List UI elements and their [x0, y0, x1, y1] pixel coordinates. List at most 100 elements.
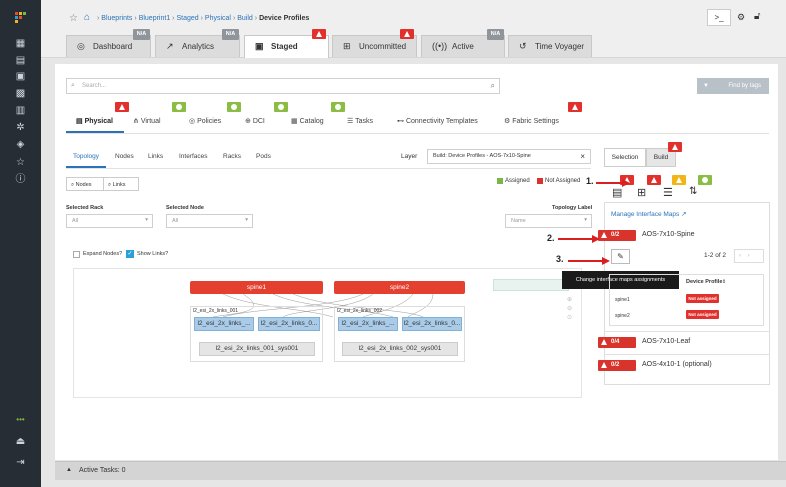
search-submit-icon[interactable]: ⌕ — [491, 81, 495, 91]
ok-badge — [331, 102, 345, 112]
not-assigned-badge: Not assigned — [686, 310, 719, 319]
breadcrumb-item[interactable]: Build — [237, 15, 253, 22]
tab-time-voyager[interactable]: ↺ Time Voyager — [508, 35, 592, 57]
active-tasks-bar[interactable]: ▲ Active Tasks: 0 — [55, 461, 786, 480]
table-row-name: spine1 — [615, 297, 630, 303]
tab-links[interactable]: Links — [148, 153, 163, 160]
warning-badge — [115, 102, 129, 112]
leaf-node[interactable]: l2_esi_2x_links_0... — [402, 317, 462, 331]
layer-label: Layer — [401, 153, 418, 160]
tab-policies[interactable]: ◎ Policies — [189, 117, 221, 125]
tab-physical[interactable]: ▤ Physical — [76, 117, 113, 125]
platform-icon[interactable]: ◈ — [14, 139, 27, 150]
tab-staged[interactable]: ▣ Staged — [244, 29, 329, 58]
search-input[interactable]: ⌕ Search... ⌕ — [66, 78, 500, 94]
home-icon[interactable]: ⌂ — [84, 12, 90, 23]
tab-analytics[interactable]: ↗ Analytics N/A — [155, 29, 240, 57]
user-icon[interactable]: ⏏ — [14, 436, 27, 447]
manage-interface-maps-link[interactable]: Manage Interface Maps ↗ — [611, 210, 687, 218]
tab-racks[interactable]: Racks — [223, 153, 241, 160]
rack-name: l2_esi_2x_links_002 — [337, 308, 383, 314]
change-interface-maps-button[interactable]: ✎ — [611, 249, 630, 264]
app-logo[interactable] — [15, 12, 26, 23]
spine-node[interactable]: spine1 — [190, 281, 323, 294]
tab-label: Staged — [271, 42, 298, 51]
tab-label: Time Voyager — [535, 42, 585, 51]
tab-selection[interactable]: Selection — [604, 148, 646, 167]
tab-dashboard[interactable]: ◎ Dashboard N/A — [66, 29, 151, 57]
profile-name[interactable]: AOS-7x10-Spine — [642, 231, 695, 238]
collapse-sidebar-icon[interactable]: ⇥ — [14, 457, 27, 468]
topology-label-select[interactable]: Name ▾ — [505, 214, 592, 228]
tab-interfaces[interactable]: Interfaces — [179, 153, 208, 160]
sort-icon[interactable]: ⇅ — [689, 186, 697, 197]
lock-icon[interactable]: 🔓︎ — [754, 11, 760, 22]
tab-connectivity-templates[interactable]: ⊷ Connectivity Templates — [397, 117, 478, 125]
tab-catalog[interactable]: ▦ Catalog — [291, 117, 324, 125]
profile-name[interactable]: AOS-4x10-1 (optional) — [642, 361, 712, 368]
favorites-icon[interactable]: ☆ — [14, 157, 27, 168]
leaf-node[interactable]: l2_esi_2x_links_0... — [258, 317, 320, 331]
breadcrumb-item[interactable]: Blueprint1 — [139, 15, 171, 22]
profile-name[interactable]: AOS-7x10-Leaf — [642, 338, 690, 345]
table-header-device-profile[interactable]: Device Profile — [686, 279, 722, 285]
external-systems-icon[interactable]: ✲ — [14, 122, 27, 133]
na-badge: N/A — [222, 29, 239, 40]
clear-layer-icon[interactable]: × — [580, 152, 585, 161]
racks-icon[interactable]: ☰ — [663, 186, 673, 199]
annotation-arrow — [568, 257, 610, 265]
tab-fabric-settings[interactable]: ⚙ Fabric Settings — [504, 117, 559, 125]
tab-label: Analytics — [182, 42, 215, 51]
pagination-prev-button[interactable]: ‹ › — [734, 249, 764, 263]
analytics-icon[interactable]: ▥ — [14, 105, 27, 116]
favorite-star-icon[interactable]: ☆ — [69, 13, 78, 24]
chevron-down-icon: ▾ — [245, 217, 248, 223]
tab-label: Physical — [84, 118, 113, 125]
search-nodes-button[interactable]: ⌕ Nodes — [66, 177, 104, 191]
breadcrumb-item[interactable]: Blueprints — [101, 15, 132, 22]
tab-nodes[interactable]: Nodes — [115, 153, 134, 160]
tab-active[interactable]: ((•)) Active N/A — [421, 29, 505, 57]
layer-select[interactable]: Build: Device Profiles - AOS-7x10-Spine … — [427, 149, 591, 164]
leaf-node[interactable]: l2_esi_2x_links_... — [194, 317, 254, 331]
find-by-tags-button[interactable]: ▼ Find by tags — [697, 78, 769, 94]
generic-system-node[interactable]: l2_esi_2x_links_001_sys001 — [199, 342, 315, 356]
breadcrumb-item[interactable]: Staged — [176, 15, 198, 22]
divider — [604, 354, 770, 355]
spine-node[interactable]: spine2 — [334, 281, 465, 294]
tab-uncommitted[interactable]: ⊞ Uncommitted — [332, 29, 417, 57]
resources-icon[interactable]: ▩ — [14, 88, 27, 99]
zoom-controls[interactable]: ⊕ ⊖ ⊙ — [567, 296, 572, 323]
tab-tasks[interactable]: ☰ Tasks — [347, 117, 373, 125]
warning-badge — [668, 142, 682, 152]
breadcrumb-current: Device Profiles — [259, 15, 310, 22]
tab-pods[interactable]: Pods — [256, 153, 271, 160]
show-links-checkbox[interactable]: ✓ — [126, 250, 134, 258]
selected-node-select[interactable]: All ▾ — [166, 214, 253, 228]
minimap[interactable] — [493, 279, 569, 291]
selected-rack-select[interactable]: All ▾ — [66, 214, 153, 228]
terminal-button[interactable]: >_ — [707, 9, 731, 26]
design-icon[interactable]: ▣ — [14, 71, 27, 82]
devices-icon[interactable]: ▤ — [14, 55, 27, 66]
tab-label: Tasks — [355, 118, 373, 125]
profile-count-badge: 0/2 — [598, 230, 636, 241]
tab-dci[interactable]: ⊕ DCI — [245, 117, 265, 125]
filter-icon: ▼ — [703, 83, 709, 89]
more-icon[interactable]: ••• — [14, 414, 27, 425]
tab-topology[interactable]: Topology — [73, 153, 99, 160]
sort-icon[interactable]: ⇕ — [722, 279, 726, 285]
legend-assigned-label: Assigned — [505, 178, 530, 184]
search-links-button[interactable]: ⌕ Links — [103, 177, 139, 191]
settings-icon[interactable]: ⚙ — [737, 12, 745, 23]
divider — [604, 331, 770, 332]
breadcrumb-item[interactable]: Physical — [205, 15, 231, 22]
cabling-map-icon[interactable]: ⊞ — [637, 186, 646, 199]
blueprints-icon[interactable]: ▦ — [14, 38, 27, 49]
tab-virtual[interactable]: ⋔ Virtual — [133, 117, 161, 125]
leaf-node[interactable]: l2_esi_2x_links_... — [338, 317, 398, 331]
help-icon[interactable]: ⓘ — [14, 174, 27, 185]
expand-nodes-checkbox[interactable] — [73, 251, 80, 258]
generic-system-node[interactable]: l2_esi_2x_links_002_sys001 — [342, 342, 458, 356]
select-value: All — [72, 218, 79, 224]
